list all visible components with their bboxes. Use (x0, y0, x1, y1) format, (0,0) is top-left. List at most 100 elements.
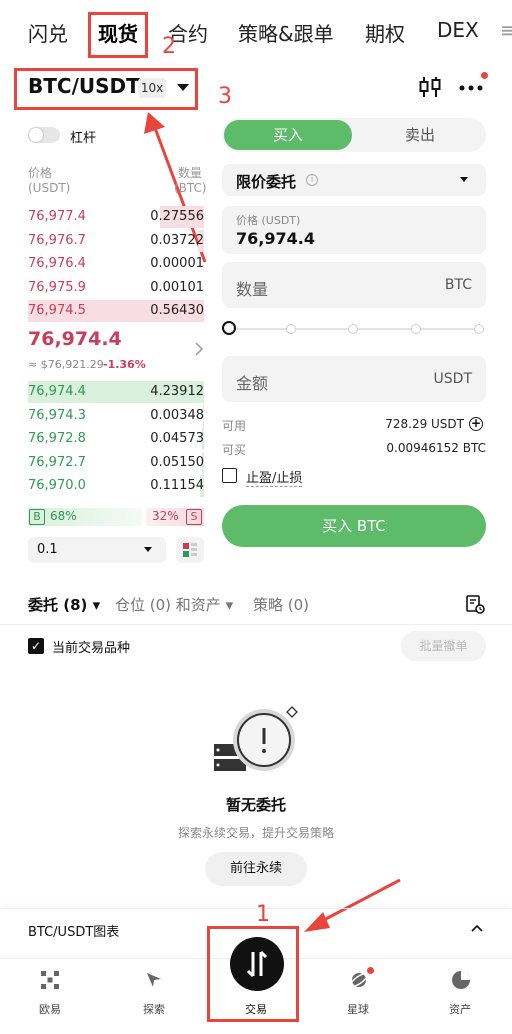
orderbook-row[interactable]: 76,976.4 0.00001 (28, 253, 204, 275)
ratio-b-badge: B (29, 509, 45, 525)
nav-assets[interactable]: 资产 (410, 959, 510, 1034)
buy-submit-button[interactable]: 买入 BTC (222, 505, 486, 547)
orderbook-qty: 4.23912 (150, 384, 204, 399)
orderbook-row[interactable]: 76,972.7 0.05150 (28, 451, 204, 474)
batch-cancel-button[interactable]: 批量撤单 (401, 631, 486, 661)
orderbook-row[interactable]: 76,974.4 4.23912 (28, 381, 204, 403)
orderbook-row[interactable]: 76,976.7 0.03722 (28, 229, 204, 252)
amount-unit: USDT (433, 371, 472, 387)
chevron-up-icon[interactable] (470, 923, 484, 933)
tab-swap[interactable]: 闪兑 (28, 18, 68, 47)
empty-subtitle: 探索永续交易，提升交易策略 (177, 826, 334, 840)
can-buy-label: 可买 (222, 443, 247, 457)
candlestick-chart-icon[interactable] (418, 75, 442, 99)
slider-mark-25[interactable] (286, 324, 296, 334)
empty-title: 暂无委托 (225, 796, 286, 814)
price-field[interactable]: 价格 (USDT) 76,974.4 (222, 206, 486, 254)
orderbook-qty: 0.00001 (150, 256, 204, 271)
tab-orders[interactable]: 委托 (8) ▾ (28, 594, 100, 615)
buy-tab[interactable]: 买入 (224, 120, 352, 150)
tab-orders-label: 委托 (8) (28, 596, 88, 614)
orderbook-row[interactable]: 76,975.9 0.00101 (28, 277, 204, 299)
current-pair-label: 当前交易品种 (52, 641, 131, 656)
orderbook-qty: 0.03722 (150, 232, 204, 248)
nav-discover[interactable]: 探索 (104, 959, 204, 1034)
add-funds-icon[interactable]: + (469, 417, 483, 431)
sell-tab[interactable]: 卖出 (356, 120, 484, 150)
orderbook-layout-icon[interactable] (176, 537, 204, 563)
orderbook-price: 76,970.0 (28, 478, 86, 493)
orderbook-row[interactable]: 76,970.0 0.11154 (28, 475, 204, 497)
tab-strategy[interactable]: 策略&跟单 (238, 18, 334, 47)
order-history-icon[interactable] (465, 594, 485, 614)
annotation-box-pair (14, 68, 198, 110)
orderbook-qty: 0.27556 (150, 209, 204, 224)
can-buy-value: 0.00946152 BTC (386, 441, 486, 455)
compass-icon (147, 973, 161, 987)
orderbook-row[interactable]: 76,972.8 0.04573 (28, 428, 204, 450)
info-icon[interactable]: i (306, 174, 318, 186)
ratio-sell-percent: 32% (152, 509, 179, 523)
orderbook-qty: 0.00101 (150, 279, 204, 295)
tab-strategy-orders[interactable]: 策略 (0) (253, 594, 309, 615)
orderbook-qty: 0.05150 (150, 454, 204, 470)
orderbook-qty-unit: (BTC) (174, 181, 207, 195)
margin-toggle[interactable] (28, 127, 60, 143)
nav-assets-label: 资产 (449, 1003, 471, 1016)
precision-value: 0.1 (37, 542, 58, 557)
available-value: 728.29 USDT (385, 417, 464, 431)
tpsl-label: 止盈/止损 (246, 467, 303, 487)
orderbook-row[interactable]: 76,974.3 0.00348 (28, 404, 204, 427)
order-type-select[interactable]: 限价委托 i (222, 164, 486, 196)
annotation-box-spot (88, 12, 148, 58)
orderbook-price: 76,974.3 (28, 407, 86, 423)
price-field-label: 价格 (USDT) (236, 214, 301, 227)
nav-planet-label: 星球 (347, 1003, 369, 1016)
orderbook-qty: 0.56430 (150, 303, 204, 318)
orderbook-qty: 0.04573 (150, 431, 204, 446)
buy-sell-ratio: B 68% 32% S (28, 508, 204, 526)
amount-field[interactable]: 金额 USDT (222, 356, 486, 402)
tpsl-checkbox[interactable] (222, 468, 237, 483)
price-change: -1.36% (103, 358, 146, 371)
order-type-value: 限价委托 (236, 173, 297, 191)
slider-mark-50[interactable] (348, 324, 358, 334)
more-tabs-icon[interactable]: ≡ (500, 18, 512, 42)
quantity-slider-handle[interactable] (222, 321, 236, 335)
ratio-s-badge: S (186, 509, 202, 525)
pie-chart-icon (452, 971, 470, 989)
nav-home-label: 欧易 (39, 1003, 61, 1016)
orderbook-row[interactable]: 76,974.5 0.56430 (28, 300, 204, 322)
current-pair-checkbox[interactable]: ✓ (28, 638, 44, 654)
margin-toggle-label: 杠杆 (70, 131, 97, 146)
slider-mark-100[interactable] (474, 324, 484, 334)
price-field-value[interactable]: 76,974.4 (236, 229, 315, 248)
orderbook-price: 76,976.4 (28, 256, 86, 271)
orderbook-qty: 0.11154 (150, 478, 204, 493)
tab-options[interactable]: 期权 (365, 18, 405, 47)
nav-home[interactable]: 欧易 (0, 959, 100, 1034)
slider-mark-75[interactable] (411, 324, 421, 334)
orderbook-price-unit: (USDT) (28, 181, 71, 195)
go-perpetual-button[interactable]: 前往永续 (205, 852, 307, 886)
annotation-number-3: 3 (218, 84, 232, 109)
more-icon[interactable] (458, 80, 486, 94)
nav-planet[interactable]: 星球 (308, 959, 408, 1034)
orderbook-price-header: 价格 (28, 166, 53, 180)
orderbook-price: 76,975.9 (28, 279, 86, 295)
orderbook-price: 76,972.7 (28, 454, 86, 470)
quantity-placeholder: 数量 (236, 280, 269, 299)
precision-select[interactable]: 0.1 (28, 537, 166, 563)
quantity-field[interactable]: 数量 BTC (222, 262, 486, 308)
notification-dot (481, 72, 488, 79)
orderbook-qty-header: 数量 (178, 166, 203, 180)
orderbook-price: 76,977.4 (28, 209, 86, 224)
orderbook-row[interactable]: 76,977.4 0.27556 (28, 206, 204, 228)
last-price: 76,974.4 (28, 328, 122, 350)
orderbook-price: 76,974.5 (28, 303, 86, 318)
tab-positions[interactable]: 仓位 (0) 和资产 ▾ (115, 594, 233, 615)
divider (0, 624, 512, 625)
ratio-buy-percent: 68% (50, 509, 77, 523)
tab-dex[interactable]: DEX (437, 18, 479, 42)
chevron-right-icon[interactable] (194, 342, 204, 356)
